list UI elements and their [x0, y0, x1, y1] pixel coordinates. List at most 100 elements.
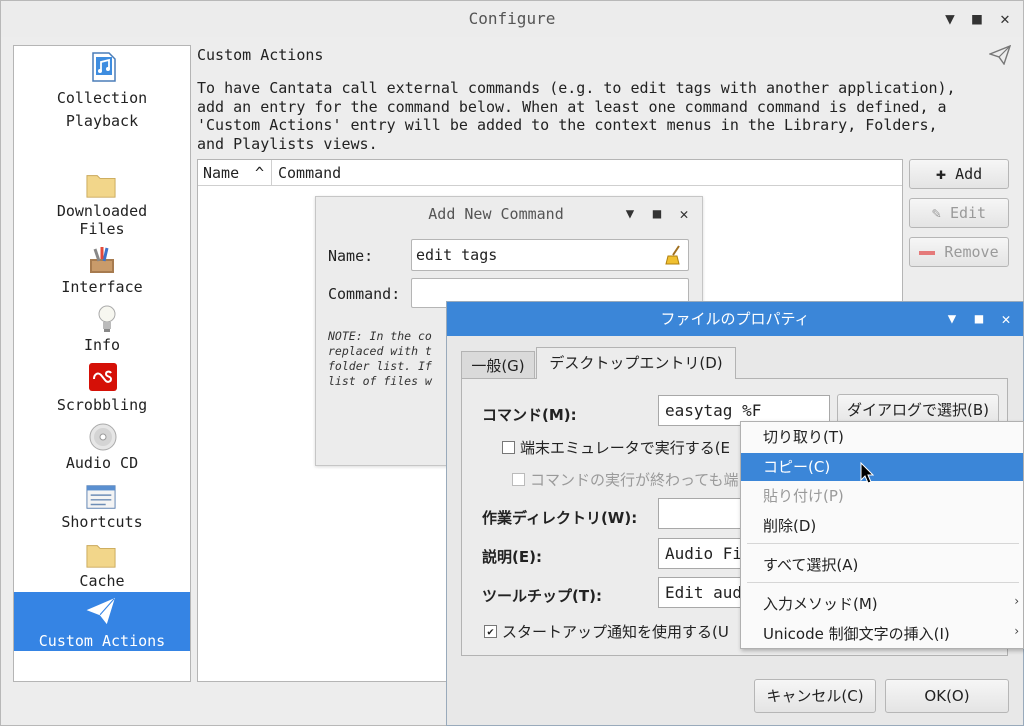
workdir-label: 作業ディレクトリ(W):	[482, 509, 638, 527]
minus-icon	[919, 250, 936, 255]
plus-icon: ✚	[935, 164, 947, 184]
cancel-button[interactable]: キャンセル(C)	[754, 679, 876, 713]
minimize-button[interactable]: ▼	[941, 308, 963, 330]
tooltip-label: ツールチップ(T):	[482, 587, 602, 605]
menu-item-insert-unicode[interactable]: Unicode 制御文字の挿入(I)	[741, 620, 1023, 648]
clear-broom-icon[interactable]	[664, 245, 684, 265]
tooltip-input[interactable]: Edit aud	[658, 577, 748, 608]
command-label: コマンド(M):	[482, 406, 577, 424]
close-button[interactable]: ✕	[994, 8, 1016, 30]
submenu-arrow-icon: ›	[1013, 624, 1021, 638]
description-line: and Playlists views.	[197, 134, 378, 153]
close-button[interactable]: ✕	[995, 308, 1017, 330]
name-value: edit tags	[416, 246, 498, 264]
maximize-button[interactable]: ■	[968, 308, 990, 330]
close-button[interactable]: ✕	[673, 203, 695, 225]
sidebar-item-custom-actions[interactable]: Custom Actions	[14, 596, 190, 650]
menu-item-paste[interactable]: 貼り付け(P)	[741, 482, 1023, 510]
dialog-title: ファイルのプロパティ	[660, 310, 810, 328]
sidebar-item-label: Playback	[65, 112, 139, 130]
menu-item-copy[interactable]: コピー(C)	[741, 453, 1023, 481]
terminal-checkbox[interactable]	[502, 441, 515, 454]
table-header: Name ^ Command	[198, 160, 902, 186]
sidebar-item-label: Collection	[56, 89, 148, 107]
lightbulb-icon	[98, 305, 116, 332]
sidebar-item-downloaded-files[interactable]: Downloaded Files	[14, 170, 190, 238]
note-line: NOTE: In the co	[328, 329, 432, 343]
keep-terminal-open-label: コマンドの実行が終わっても端	[530, 471, 739, 489]
note-line: list of files w	[328, 374, 432, 388]
tab-general[interactable]: 一般(G)	[461, 351, 535, 379]
description-input[interactable]: Audio Fi	[658, 538, 748, 569]
ok-button[interactable]: OK(O)	[885, 679, 1009, 713]
paper-plane-icon	[86, 597, 115, 625]
sidebar-item-label: Scrobbling	[56, 396, 148, 414]
remove-button[interactable]: Remove	[909, 237, 1009, 267]
folder-icon	[86, 545, 116, 568]
sidebar-item-label: Shortcuts	[61, 513, 143, 531]
column-label: Name	[203, 164, 240, 182]
properties-titlebar[interactable]: ファイルのプロパティ ▼ ■ ✕	[447, 302, 1023, 336]
add-button-label: Add	[955, 165, 983, 183]
add-button[interactable]: ✚ Add	[909, 159, 1009, 189]
startup-notify-label: スタートアップ通知を使用する(U	[502, 623, 729, 641]
sidebar-item-interface[interactable]: Interface	[14, 246, 190, 298]
name-field[interactable]: edit tags	[411, 239, 689, 271]
description-line: add an entry for the command below. When…	[197, 97, 947, 116]
name-label: Name:	[328, 247, 374, 265]
keyboard-icon	[86, 485, 116, 509]
menu-item-select-all[interactable]: すべて選択(A)	[741, 551, 1023, 579]
sidebar-item-collection[interactable]: Collection	[14, 52, 190, 107]
sidebar-item-label: Custom Actions	[38, 632, 166, 650]
mouse-cursor-icon	[860, 462, 874, 484]
keep-terminal-open-checkbox[interactable]	[512, 473, 525, 486]
column-divider	[271, 160, 272, 186]
cd-icon	[89, 423, 117, 451]
edit-icon: ✎	[931, 204, 941, 222]
startup-notify-checkbox[interactable]: ✔	[484, 625, 497, 638]
sort-ascending-icon: ^	[255, 164, 265, 182]
sidebar-item-label: Cache	[79, 572, 125, 590]
tab-desktop-entry[interactable]: デスクトップエントリ(D)	[536, 347, 736, 379]
dialog-title: Add New Command	[428, 205, 564, 223]
sidebar-item-audio-cd[interactable]: Audio CD	[14, 422, 190, 474]
note-text: NOTE: In the co replaced with t folder l…	[328, 329, 432, 389]
settings-sidebar: Collection Playback Downloaded Files Int…	[13, 45, 191, 682]
context-menu: 切り取り(T) コピー(C) 貼り付け(P) 削除(D) すべて選択(A) 入力…	[740, 421, 1024, 649]
paper-plane-icon	[989, 45, 1011, 65]
sidebar-item-info[interactable]: Info	[14, 304, 190, 356]
maximize-button[interactable]: ■	[966, 8, 988, 30]
edit-button[interactable]: ✎ Edit	[909, 198, 1009, 228]
sidebar-item-label: Info	[83, 336, 121, 354]
remove-button-label: Remove	[944, 243, 999, 261]
minimize-button[interactable]: ▼	[939, 8, 961, 30]
sidebar-item-cache[interactable]: Cache	[14, 540, 190, 592]
folder-icon	[86, 175, 116, 198]
title-bar[interactable]: Configure ▼ ■ ✕	[1, 1, 1023, 37]
window-title: Configure	[468, 9, 556, 28]
sidebar-item-shortcuts[interactable]: Shortcuts	[14, 482, 190, 534]
description-line: 'Custom Actions' entry will be added to …	[197, 116, 938, 134]
note-line: folder list. If	[328, 359, 432, 373]
workdir-input[interactable]	[658, 498, 748, 529]
maximize-button[interactable]: ■	[646, 203, 668, 225]
page-description: To have Cantata call external commands (…	[197, 79, 1007, 153]
menu-separator	[747, 582, 1019, 583]
column-header-command[interactable]: Command	[278, 160, 578, 186]
sidebar-item-scrobbling[interactable]: Scrobbling	[14, 362, 190, 416]
music-file-icon	[92, 52, 116, 82]
menu-item-delete[interactable]: 削除(D)	[741, 512, 1023, 540]
lastfm-icon	[89, 363, 117, 391]
minimize-button[interactable]: ▼	[619, 203, 641, 225]
submenu-arrow-icon: ›	[1013, 594, 1021, 608]
note-line: replaced with t	[328, 344, 432, 358]
command-label: Command:	[328, 285, 401, 303]
edit-button-label: Edit	[949, 204, 987, 222]
tools-icon	[90, 247, 114, 273]
column-header-name[interactable]: Name ^	[203, 160, 269, 186]
menu-item-cut[interactable]: 切り取り(T)	[741, 423, 1023, 451]
description-line: To have Cantata call external commands (…	[197, 79, 956, 97]
sidebar-item-playback[interactable]: Playback	[14, 110, 190, 132]
menu-item-input-method[interactable]: 入力メソッド(M)	[741, 590, 1023, 618]
terminal-checkbox-label: 端末エミュレータで実行する(E	[520, 439, 731, 457]
